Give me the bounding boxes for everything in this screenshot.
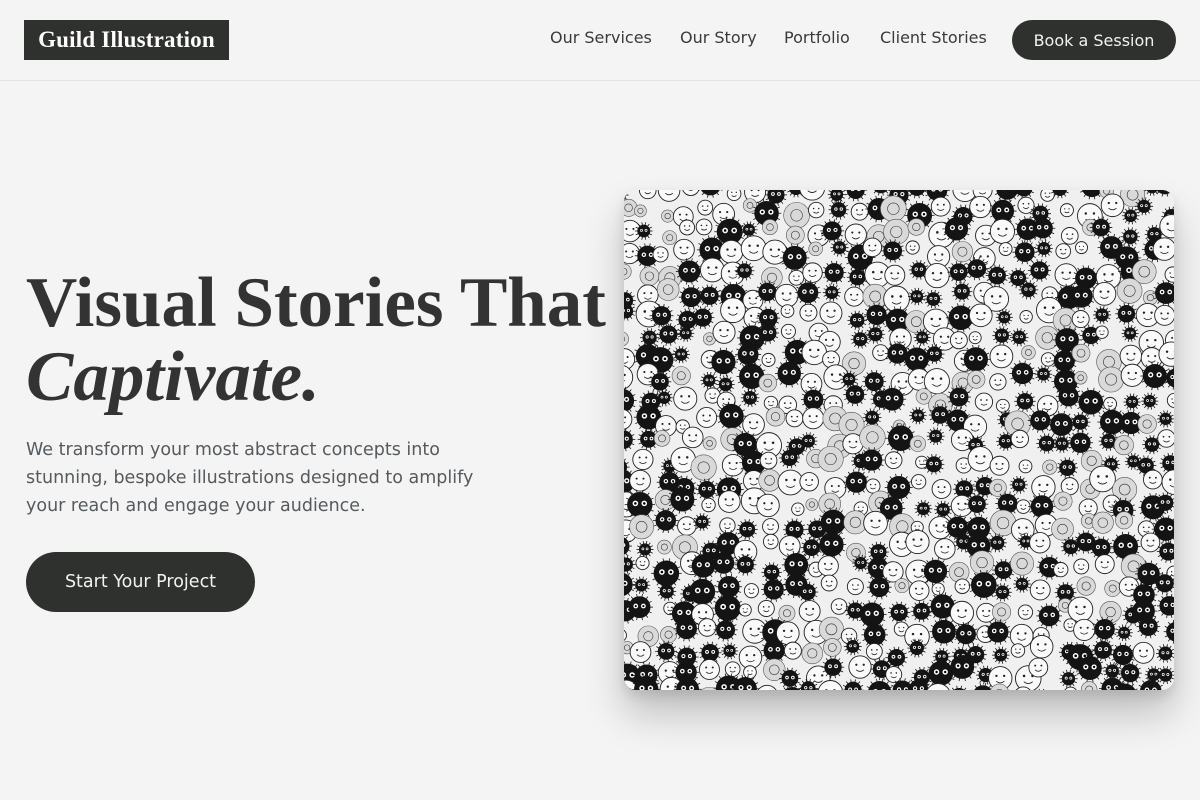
book-session-button[interactable]: Book a Session [1012,20,1176,60]
hero-title-line2: Captivate. [26,338,320,416]
nav-link-our-story[interactable]: Our Story [680,28,757,47]
nav-link-client-stories[interactable]: Client Stories [880,28,987,47]
hero-title-line1: Visual Stories That [26,264,606,342]
hero-illustration-image [624,190,1174,690]
logo[interactable]: Guild Illustration [24,20,229,60]
hero-title: Visual Stories That Captivate. [26,266,616,414]
nav-link-portfolio[interactable]: Portfolio [784,28,850,47]
hero-subtitle: We transform your most abstract concepts… [26,440,474,516]
nav-link-our-services[interactable]: Our Services [550,28,652,47]
start-project-button[interactable]: Start Your Project [26,552,255,612]
site-header: Guild Illustration Our Services Our Stor… [0,0,1200,81]
doodle-collage-illustration [624,190,1174,690]
